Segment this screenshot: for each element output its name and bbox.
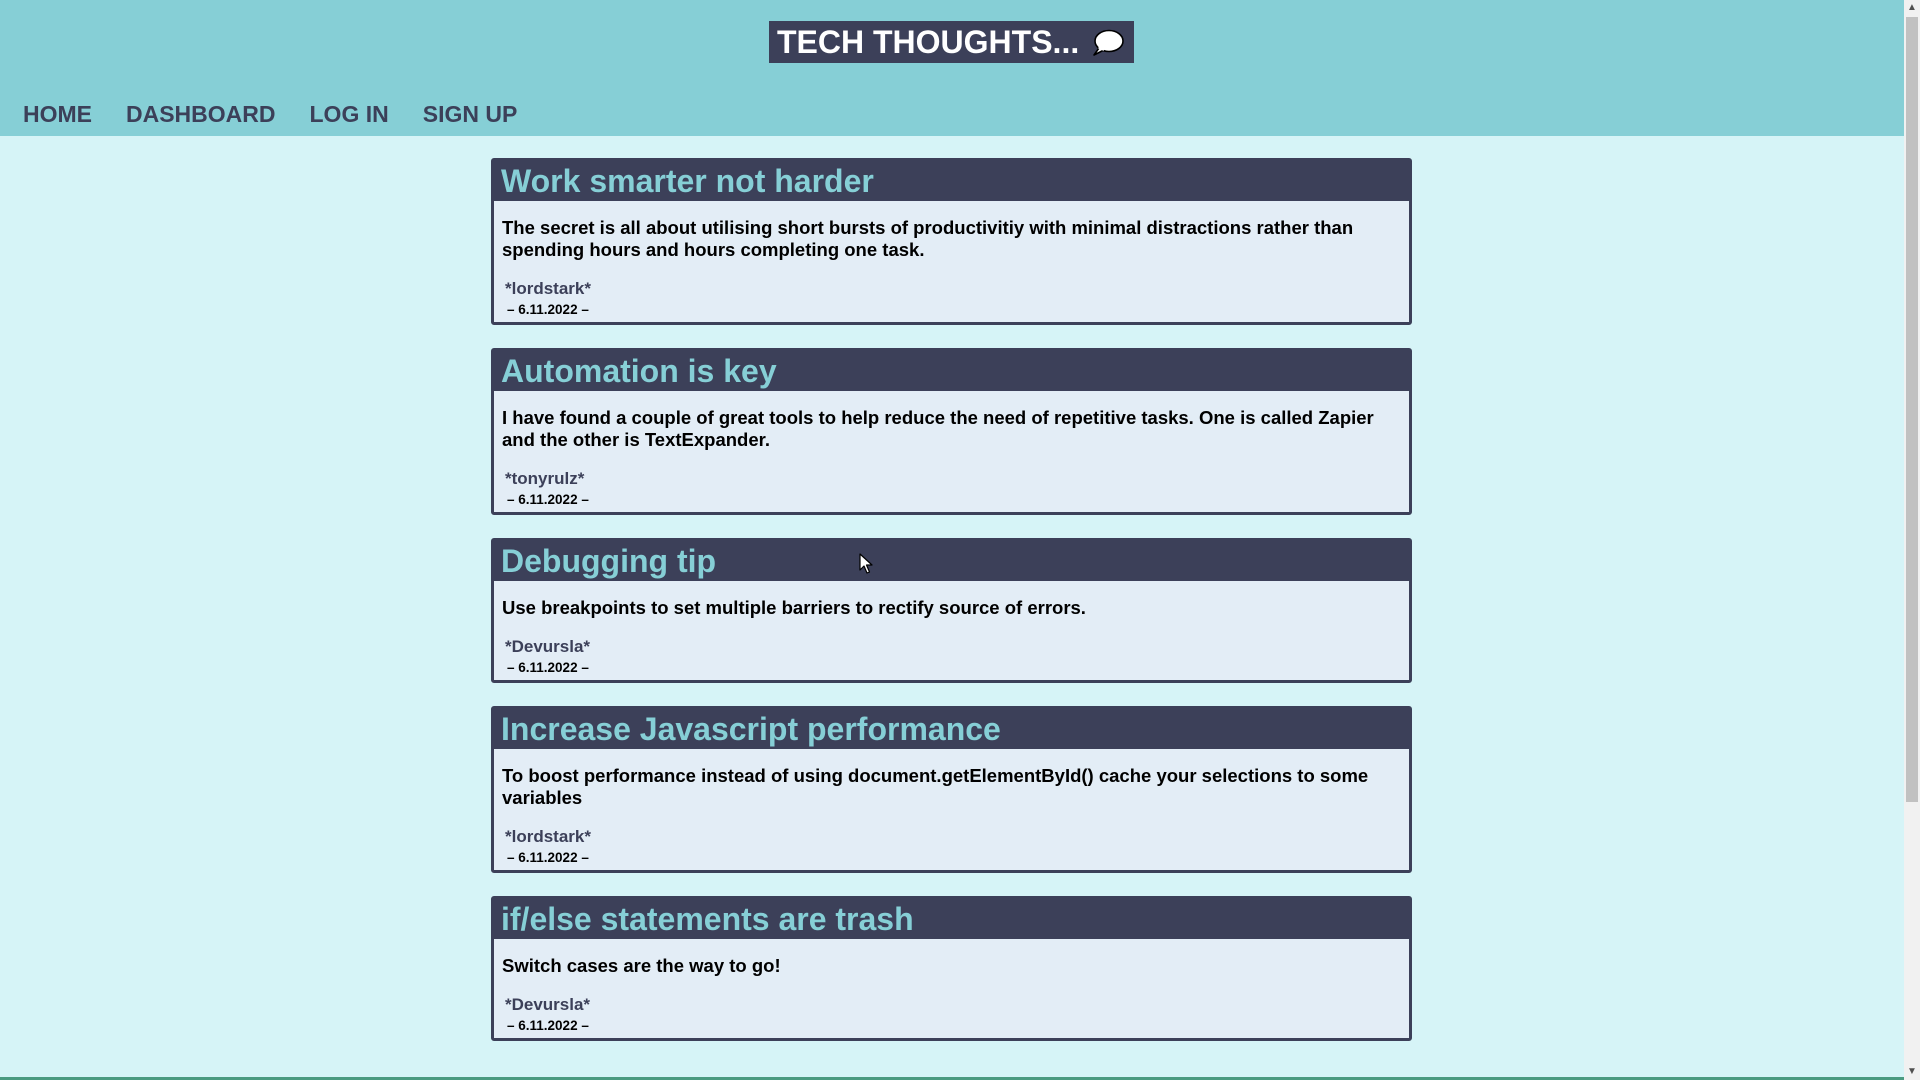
post-card[interactable]: Increase Javascript performance To boost… <box>491 706 1412 873</box>
page: TECH THOUGHTS... HOME DASHBOARD LOG IN S… <box>0 0 1904 1080</box>
post-title: if/else statements are trash <box>494 899 1409 939</box>
post-date: – 6.11.2022 – <box>507 850 589 865</box>
post-card[interactable]: Work smarter not harder The secret is al… <box>491 158 1412 325</box>
post-body: I have found a couple of great tools to … <box>502 407 1374 450</box>
post-body: The secret is all about utilising short … <box>502 217 1354 260</box>
nav-home-link[interactable]: HOME <box>23 100 92 128</box>
post-title: Increase Javascript performance <box>494 709 1409 749</box>
post-body: Use breakpoints to set multiple barriers… <box>502 597 1086 618</box>
scroll-up-arrow-icon[interactable]: ▲ <box>1904 0 1920 16</box>
site-brand[interactable]: TECH THOUGHTS... <box>769 21 1134 63</box>
mouse-pointer-icon <box>859 553 873 574</box>
post-author: *lordstark* <box>505 827 591 846</box>
nav-dashboard-link[interactable]: DASHBOARD <box>126 100 276 128</box>
post-date: – 6.11.2022 – <box>507 1018 589 1033</box>
site-header: TECH THOUGHTS... HOME DASHBOARD LOG IN S… <box>0 0 1904 136</box>
post-author: *Devursla* <box>505 995 591 1014</box>
speech-bubble-icon <box>1093 29 1124 56</box>
post-date: – 6.11.2022 – <box>507 492 589 507</box>
brand-title: TECH THOUGHTS... <box>777 24 1080 60</box>
main-nav: HOME DASHBOARD LOG IN SIGN UP <box>23 100 517 128</box>
post-body: Switch cases are the way to go! <box>502 955 781 976</box>
post-author: *tonyrulz* <box>505 469 585 488</box>
post-card[interactable]: Automation is key I have found a couple … <box>491 348 1412 515</box>
post-author: *Devursla* <box>505 637 591 656</box>
post-title: Work smarter not harder <box>494 161 1409 201</box>
post-date: – 6.11.2022 – <box>507 660 589 675</box>
vertical-scrollbar[interactable]: ▲ ▼ <box>1904 0 1920 1080</box>
post-date: – 6.11.2022 – <box>507 302 589 317</box>
post-card[interactable]: Debugging tip Use breakpoints to set mul… <box>491 538 1412 683</box>
post-body: To boost performance instead of using do… <box>502 765 1369 808</box>
scroll-down-arrow-icon[interactable]: ▼ <box>1904 1064 1920 1080</box>
post-card[interactable]: if/else statements are trash Switch case… <box>491 896 1412 1041</box>
post-title: Debugging tip <box>494 541 1409 581</box>
post-author: *lordstark* <box>505 279 591 298</box>
post-title: Automation is key <box>494 351 1409 391</box>
post-feed: Work smarter not harder The secret is al… <box>491 158 1412 1064</box>
nav-signup-link[interactable]: SIGN UP <box>423 100 518 128</box>
scrollbar-thumb[interactable] <box>1906 17 1918 802</box>
nav-login-link[interactable]: LOG IN <box>310 100 389 128</box>
